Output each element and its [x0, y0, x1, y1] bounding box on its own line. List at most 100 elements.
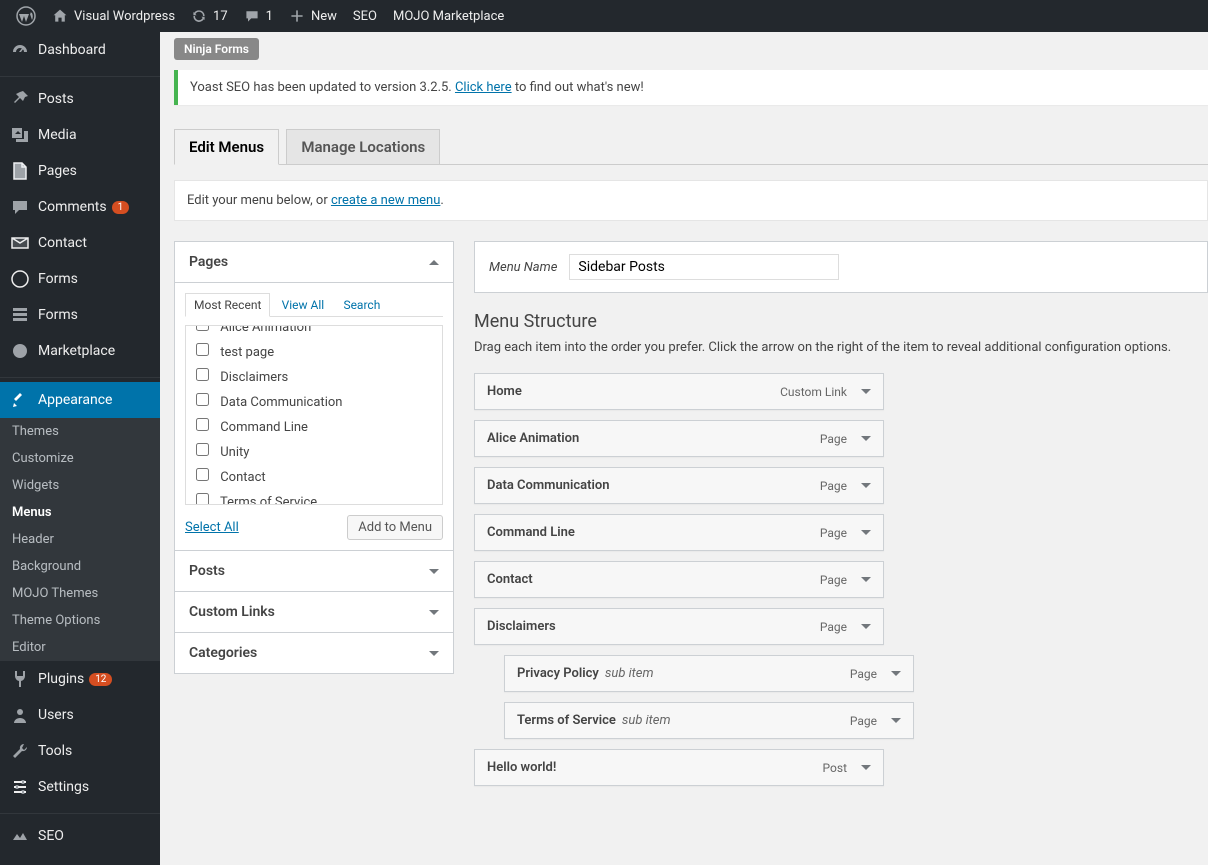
updates-link[interactable]: 17: [183, 0, 236, 32]
page-option[interactable]: Alice Animation: [194, 325, 434, 339]
menu-item-handle[interactable]: Privacy Policysub item Page: [505, 656, 913, 691]
menu-item-handle[interactable]: Data Communication Page: [475, 468, 883, 503]
menu-item-type: Page: [820, 479, 847, 493]
menu-item-handle[interactable]: Disclaimers Page: [475, 609, 883, 644]
menu-item[interactable]: Alice Animation Page: [474, 420, 884, 457]
yoast-notice-link[interactable]: Click here: [455, 80, 512, 95]
menu-item-handle[interactable]: Contact Page: [475, 562, 883, 597]
sidebar-item-tools[interactable]: Tools: [0, 733, 160, 769]
page-option[interactable]: Command Line: [194, 414, 434, 439]
sidebar-item-settings[interactable]: Settings: [0, 769, 160, 805]
menu-name-row: Menu Name: [474, 241, 1208, 293]
menu-item-title: Command Line: [487, 525, 575, 540]
ninja-forms-tag[interactable]: Ninja Forms: [174, 38, 259, 60]
sidebar-item-users[interactable]: Users: [0, 697, 160, 733]
sidebar-item-pages[interactable]: Pages: [0, 153, 160, 189]
submenu-item-mojo-themes[interactable]: MOJO Themes: [0, 580, 160, 607]
tab-most-recent[interactable]: Most Recent: [185, 293, 270, 317]
tab-view-all[interactable]: View All: [274, 294, 333, 316]
page-option[interactable]: Unity: [194, 439, 434, 464]
wp-logo[interactable]: [8, 0, 44, 32]
select-all-link[interactable]: Select All: [185, 520, 239, 535]
page-checkbox[interactable]: [196, 325, 209, 331]
page-checkbox[interactable]: [196, 343, 209, 356]
menu-item[interactable]: Privacy Policysub item Page: [504, 655, 914, 692]
media-icon: [10, 125, 30, 145]
tab-edit-menus[interactable]: Edit Menus: [174, 129, 279, 165]
submenu-item-theme-options[interactable]: Theme Options: [0, 607, 160, 634]
submenu-item-menus[interactable]: Menus: [0, 499, 160, 526]
submenu-item-editor[interactable]: Editor: [0, 634, 160, 661]
page-checkbox[interactable]: [196, 443, 209, 456]
submenu-item-themes[interactable]: Themes: [0, 418, 160, 445]
chevron-down-icon[interactable]: [861, 577, 871, 582]
menu-item-type: Page: [820, 526, 847, 540]
page-option[interactable]: Disclaimers: [194, 364, 434, 389]
chevron-down-icon[interactable]: [891, 671, 901, 676]
chevron-down-icon[interactable]: [891, 718, 901, 723]
tab-manage-locations[interactable]: Manage Locations: [286, 129, 440, 164]
submenu-item-widgets[interactable]: Widgets: [0, 472, 160, 499]
plugins-icon: [10, 669, 30, 689]
tab-search[interactable]: Search: [335, 294, 388, 316]
sidebar-item-posts[interactable]: Posts: [0, 81, 160, 117]
pages-checklist[interactable]: Alice Animation test page Disclaimers Da…: [185, 325, 443, 505]
mojo-link[interactable]: MOJO Marketplace: [385, 0, 512, 32]
menu-item[interactable]: Home Custom Link: [474, 373, 884, 410]
page-option[interactable]: Terms of Service: [194, 489, 434, 505]
menu-item-handle[interactable]: Home Custom Link: [475, 374, 883, 409]
menu-item-handle[interactable]: Terms of Servicesub item Page: [505, 703, 913, 738]
page-checkbox[interactable]: [196, 368, 209, 381]
menu-item[interactable]: Data Communication Page: [474, 467, 884, 504]
page-checkbox[interactable]: [196, 493, 209, 505]
add-to-menu-button[interactable]: Add to Menu: [347, 515, 443, 540]
page-checkbox[interactable]: [196, 393, 209, 406]
page-checkbox[interactable]: [196, 468, 209, 481]
sidebar-item-media[interactable]: Media: [0, 117, 160, 153]
submenu-item-customize[interactable]: Customize: [0, 445, 160, 472]
chevron-down-icon[interactable]: [861, 389, 871, 394]
create-new-menu-link[interactable]: create a new menu: [331, 193, 440, 208]
menu-structure-heading: Menu Structure: [474, 311, 1208, 332]
menu-item-handle[interactable]: Command Line Page: [475, 515, 883, 550]
accordion-heading-categories[interactable]: Categories: [175, 633, 453, 673]
menu-item-handle[interactable]: Hello world! Post: [475, 750, 883, 785]
sidebar-item-forms[interactable]: Forms: [0, 297, 160, 333]
page-option[interactable]: Contact: [194, 464, 434, 489]
seo-link[interactable]: SEO: [345, 0, 385, 32]
site-link[interactable]: Visual Wordpress: [44, 0, 183, 32]
sidebar-item-comments[interactable]: Comments1: [0, 189, 160, 225]
sidebar-item-plugins[interactable]: Plugins12: [0, 661, 160, 697]
sidebar-item-appearance[interactable]: Appearance: [0, 382, 160, 418]
accordion-heading-posts[interactable]: Posts: [175, 551, 453, 591]
new-link[interactable]: New: [281, 0, 345, 32]
page-checkbox[interactable]: [196, 418, 209, 431]
sidebar-item-contact[interactable]: Contact: [0, 225, 160, 261]
sidebar-item-forms[interactable]: Forms: [0, 261, 160, 297]
chevron-down-icon[interactable]: [861, 483, 871, 488]
sidebar-item-dashboard[interactable]: Dashboard: [0, 32, 160, 68]
menu-item[interactable]: Contact Page: [474, 561, 884, 598]
submenu-item-background[interactable]: Background: [0, 553, 160, 580]
subitem-label: sub item: [605, 666, 654, 681]
chevron-down-icon[interactable]: [861, 436, 871, 441]
triangle-down-icon: [429, 610, 439, 615]
menu-name-input[interactable]: [569, 254, 839, 280]
accordion-heading-pages[interactable]: Pages: [175, 242, 453, 283]
chevron-down-icon[interactable]: [861, 624, 871, 629]
comments-link[interactable]: 1: [236, 0, 281, 32]
chevron-down-icon[interactable]: [861, 765, 871, 770]
accordion-heading-custom-links[interactable]: Custom Links: [175, 592, 453, 632]
menu-item-handle[interactable]: Alice Animation Page: [475, 421, 883, 456]
menu-item[interactable]: Disclaimers Page: [474, 608, 884, 645]
submenu-item-header[interactable]: Header: [0, 526, 160, 553]
sidebar-item-marketplace[interactable]: Marketplace: [0, 333, 160, 369]
menu-item[interactable]: Hello world! Post: [474, 749, 884, 786]
menu-item[interactable]: Terms of Servicesub item Page: [504, 702, 914, 739]
chevron-down-icon[interactable]: [861, 530, 871, 535]
comments-count: 1: [266, 9, 273, 24]
page-option[interactable]: Data Communication: [194, 389, 434, 414]
sidebar-item-seo[interactable]: SEO: [0, 818, 160, 854]
menu-item[interactable]: Command Line Page: [474, 514, 884, 551]
page-option[interactable]: test page: [194, 339, 434, 364]
